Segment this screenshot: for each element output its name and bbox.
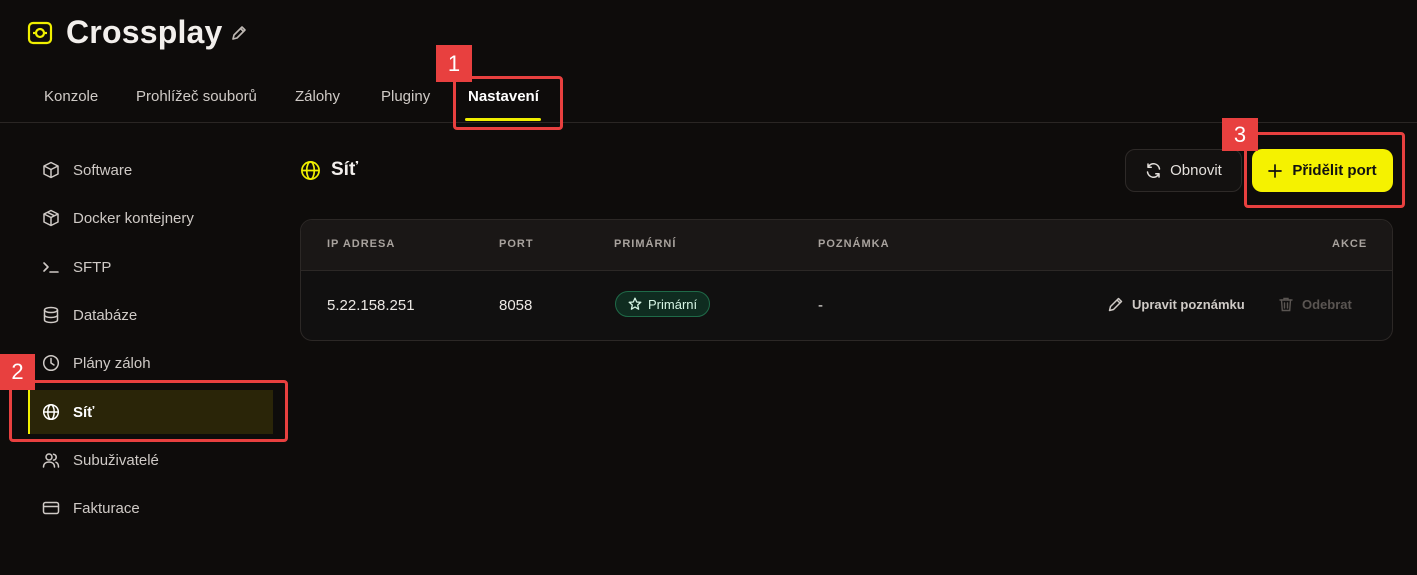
sidebar-item-label: Fakturace xyxy=(73,499,140,517)
tab-bar: Konzole Prohlížeč souborů Zálohy Pluginy… xyxy=(0,78,1417,123)
col-ip-address: IP ADRESA xyxy=(327,238,396,250)
sidebar-item-label: Subuživatelé xyxy=(73,451,159,469)
primary-badge-label: Primární xyxy=(648,296,698,312)
refresh-label: Obnovit xyxy=(1170,162,1222,179)
cell-port: 8058 xyxy=(499,297,533,314)
credit-card-icon xyxy=(42,499,60,517)
edit-note-label: Upravit poznámku xyxy=(1132,297,1245,312)
primary-badge: Primární xyxy=(615,291,711,317)
sidebar-item-subuzivatele[interactable]: Subuživatelé xyxy=(28,438,273,482)
server-title: Crossplay xyxy=(66,14,223,50)
sidebar-item-label: SFTP xyxy=(73,258,112,276)
pencil-icon xyxy=(1107,296,1124,313)
table-header: IP ADRESA PORT PRIMÁRNÍ POZNÁMKA AKCE xyxy=(301,220,1392,271)
col-primary: PRIMÁRNÍ xyxy=(614,238,677,250)
annotation-number-1: 1 xyxy=(436,45,472,82)
database-icon xyxy=(42,306,60,324)
terminal-icon xyxy=(42,258,60,276)
trash-icon xyxy=(1278,296,1294,312)
sidebar-item-fakturace[interactable]: Fakturace xyxy=(28,486,273,530)
tab-zalohy[interactable]: Zálohy xyxy=(295,88,340,105)
annotation-box-3 xyxy=(1244,132,1405,208)
allocations-table: IP ADRESA PORT PRIMÁRNÍ POZNÁMKA AKCE 5.… xyxy=(300,219,1393,341)
sidebar-item-label: Plány záloh xyxy=(73,354,151,372)
tab-konzole[interactable]: Konzole xyxy=(44,88,98,105)
box-icon xyxy=(42,209,60,227)
remove-label: Odebrat xyxy=(1302,296,1352,312)
sidebar-item-docker[interactable]: Docker kontejnery xyxy=(28,196,273,240)
cell-note: - xyxy=(818,297,823,314)
section-title: Síť xyxy=(331,159,359,180)
sidebar-item-databaze[interactable]: Databáze xyxy=(28,293,273,337)
remove-button[interactable]: Odebrat xyxy=(1278,296,1352,312)
sidebar-item-software[interactable]: Software xyxy=(28,148,273,192)
annotation-box-1 xyxy=(453,76,563,130)
col-port: PORT xyxy=(499,238,534,250)
users-icon xyxy=(42,451,60,469)
cell-ip: 5.22.158.251 xyxy=(327,297,415,314)
col-note: POZNÁMKA xyxy=(818,238,890,250)
globe-icon xyxy=(300,160,321,181)
col-actions: AKCE xyxy=(1332,238,1368,250)
tab-prohlizec-souboru[interactable]: Prohlížeč souborů xyxy=(136,88,257,105)
edit-note-button[interactable]: Upravit poznámku xyxy=(1107,296,1245,313)
annotation-number-3: 3 xyxy=(1222,118,1258,151)
edit-title-pencil-icon[interactable] xyxy=(230,24,248,42)
clock-icon xyxy=(42,354,60,372)
sidebar-item-label: Databáze xyxy=(73,306,138,324)
annotation-box-2 xyxy=(9,380,288,442)
star-icon xyxy=(628,297,642,311)
sidebar-item-plany-zaloh[interactable]: Plány záloh xyxy=(28,341,273,385)
refresh-icon xyxy=(1145,162,1162,179)
refresh-button[interactable]: Obnovit xyxy=(1125,149,1242,192)
tab-pluginy[interactable]: Pluginy xyxy=(381,88,430,105)
sidebar-item-label: Docker kontejnery xyxy=(73,209,194,227)
sidebar-item-label: Software xyxy=(73,161,133,179)
cube-icon xyxy=(42,161,60,179)
sidebar-item-sftp[interactable]: SFTP xyxy=(28,245,273,289)
annotation-number-2: 2 xyxy=(0,354,35,390)
server-logo-icon xyxy=(27,20,53,46)
